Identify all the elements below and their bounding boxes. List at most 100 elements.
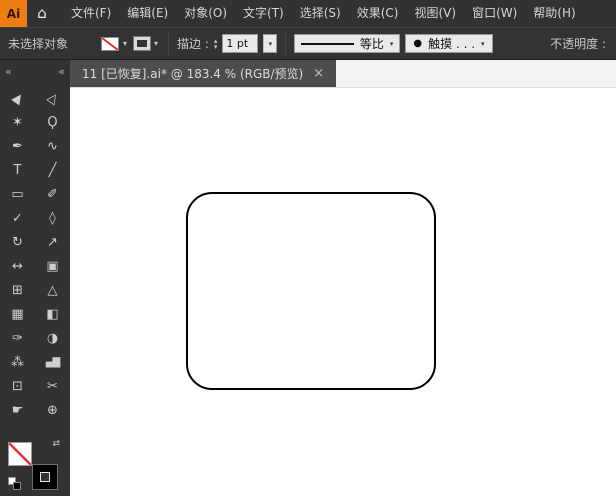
paintbrush-icon: ✐	[47, 186, 58, 202]
menu-object[interactable]: 对象(O)	[176, 0, 235, 27]
magic-wand-tool[interactable]: ✶	[6, 110, 30, 134]
perspective-grid-tool[interactable]: △	[41, 278, 65, 302]
brush-definition-label: 触摸 . . .	[428, 37, 476, 51]
shape-builder-tool[interactable]: ⊞	[6, 278, 30, 302]
direct-selection-tool[interactable]: ▷	[41, 86, 65, 110]
stroke-color-control[interactable]: ▾	[133, 36, 160, 51]
direct-selection-tool-icon: ▷	[43, 89, 62, 107]
symbol-sprayer-icon: ⁂	[11, 354, 24, 370]
eraser-icon: ◊	[49, 210, 56, 226]
control-separator	[285, 32, 287, 55]
stepper-down-icon[interactable]: ▾	[214, 43, 218, 50]
slice-tool[interactable]: ✂	[41, 374, 65, 398]
curvature-icon: ∿	[47, 138, 58, 154]
pen-tool[interactable]: ✒	[6, 134, 30, 158]
menu-select[interactable]: 选择(S)	[292, 0, 349, 27]
slice-icon: ✂	[47, 378, 58, 394]
free-transform-icon: ▣	[46, 258, 59, 274]
workspace: 11 [已恢复].ai* @ 183.4 % (RGB/预览) ×	[70, 60, 616, 496]
menu-bar: Ai ⌂ 文件(F) 编辑(E) 对象(O) 文字(T) 选择(S) 效果(C)…	[0, 0, 616, 27]
menu-view[interactable]: 视图(V)	[406, 0, 464, 27]
selection-status-label: 未选择对象	[8, 37, 69, 51]
paintbrush-tool[interactable]: ✐	[41, 182, 65, 206]
rectangle-tool[interactable]: ▭	[6, 182, 30, 206]
stroke-weight-field[interactable]	[222, 34, 259, 53]
type-icon: T	[13, 162, 22, 178]
width-tool[interactable]: ↔	[6, 254, 30, 278]
rotate-tool[interactable]: ↻	[6, 230, 30, 254]
gradient-icon: ◧	[46, 306, 59, 322]
selection-tool[interactable]: ▶	[6, 86, 30, 110]
collapse-toolbar-icon[interactable]: «	[58, 65, 65, 78]
stroke-proxy-hole	[40, 472, 50, 482]
menu-effect[interactable]: 效果(C)	[349, 0, 407, 27]
stroke-color-swatch-icon[interactable]	[133, 36, 152, 51]
perspective-grid-icon: △	[47, 282, 58, 298]
hand-icon: ☛	[11, 402, 24, 418]
column-graph-icon: ▄▇	[45, 356, 60, 368]
scale-icon: ↗	[47, 234, 58, 250]
column-graph-tool[interactable]: ▄▇	[41, 350, 65, 374]
menu-help[interactable]: 帮助(H)	[525, 0, 583, 27]
blend-tool[interactable]: ◑	[41, 326, 65, 350]
chevron-down-icon: ▾	[481, 39, 485, 48]
lasso-tool[interactable]: Ϙ	[41, 110, 65, 134]
free-transform-tool[interactable]: ▣	[41, 254, 65, 278]
control-bar: 未选择对象 ▾ ▾ 描边 : ▴ ▾ ▾ 等比 ▾ ● 触摸 .	[0, 27, 616, 60]
lasso-icon: Ϙ	[47, 114, 58, 130]
magic-wand-icon: ✶	[12, 114, 23, 130]
swap-fill-stroke-icon[interactable]: ⇄	[52, 440, 60, 449]
type-tool[interactable]: T	[6, 158, 30, 182]
blend-icon: ◑	[46, 330, 59, 346]
stroke-weight-label: 描边 :	[177, 37, 209, 51]
shape-builder-icon: ⊞	[12, 282, 23, 298]
stroke-weight-input[interactable]	[223, 35, 258, 52]
tools-panel: « « ▶ ▷ ✶ Ϙ ✒ ∿ T ╱ ▭ ✐ ✓ ◊ ↻ ↗ ↔ ▣ ⊞ △ …	[0, 60, 70, 496]
eyedropper-tool[interactable]: ✑	[6, 326, 30, 350]
control-separator	[168, 32, 170, 55]
rounded-rectangle-shape[interactable]	[186, 192, 436, 390]
pen-icon: ✒	[12, 138, 23, 154]
width-profile-dropdown[interactable]: 等比 ▾	[294, 34, 401, 53]
illustrator-app-window: Ai ⌂ 文件(F) 编辑(E) 对象(O) 文字(T) 选择(S) 效果(C)…	[0, 0, 616, 496]
stroke-weight-stepper[interactable]: ▴ ▾	[214, 37, 218, 50]
close-icon[interactable]: ×	[313, 66, 324, 81]
zoom-tool[interactable]: ⊕	[41, 398, 65, 422]
gradient-tool[interactable]: ◧	[41, 302, 65, 326]
menu-file[interactable]: 文件(F)	[63, 0, 119, 27]
home-icon[interactable]: ⌂	[27, 0, 57, 27]
fill-stroke-proxies: ⇄	[8, 440, 60, 490]
uniform-profile-line-icon	[301, 42, 354, 45]
brush-definition-dropdown[interactable]: ● 触摸 . . . ▾	[405, 34, 493, 53]
illustrator-logo[interactable]: Ai	[0, 0, 27, 27]
collapse-dock-icon[interactable]: «	[5, 65, 12, 78]
shaper-icon: ✓	[12, 210, 23, 226]
chevron-down-icon: ▾	[389, 39, 394, 48]
menu-window[interactable]: 窗口(W)	[464, 0, 525, 27]
main-area: « « ▶ ▷ ✶ Ϙ ✒ ∿ T ╱ ▭ ✐ ✓ ◊ ↻ ↗ ↔ ▣ ⊞ △ …	[0, 60, 616, 496]
menu-edit[interactable]: 编辑(E)	[119, 0, 176, 27]
fill-dropdown-chevron-icon[interactable]: ▾	[121, 39, 129, 48]
fill-color-control[interactable]: ▾	[101, 36, 129, 51]
symbol-sprayer-tool[interactable]: ⁂	[6, 350, 30, 374]
stroke-dropdown-chevron-icon[interactable]: ▾	[152, 39, 160, 48]
eraser-tool[interactable]: ◊	[41, 206, 65, 230]
default-fill-stroke-icon[interactable]	[8, 477, 21, 490]
document-tab[interactable]: 11 [已恢复].ai* @ 183.4 % (RGB/预览) ×	[70, 60, 337, 87]
stroke-weight-dropdown[interactable]: ▾	[263, 34, 278, 53]
fill-proxy-swatch[interactable]	[8, 442, 32, 466]
shaper-tool[interactable]: ✓	[6, 206, 30, 230]
artboard-tool[interactable]: ⊡	[6, 374, 30, 398]
stroke-proxy-swatch[interactable]	[32, 464, 58, 490]
hand-tool[interactable]: ☛	[6, 398, 30, 422]
menu-type[interactable]: 文字(T)	[235, 0, 292, 27]
fill-none-swatch-icon[interactable]	[101, 36, 119, 51]
document-tab-title: 11 [已恢复].ai* @ 183.4 % (RGB/预览)	[82, 67, 304, 81]
curvature-tool[interactable]: ∿	[41, 134, 65, 158]
rectangle-icon: ▭	[11, 186, 24, 202]
artboard-canvas[interactable]	[70, 88, 616, 496]
scale-tool[interactable]: ↗	[41, 230, 65, 254]
artboard-icon: ⊡	[12, 378, 23, 394]
mesh-tool[interactable]: ▦	[6, 302, 30, 326]
line-segment-tool[interactable]: ╱	[41, 158, 65, 182]
